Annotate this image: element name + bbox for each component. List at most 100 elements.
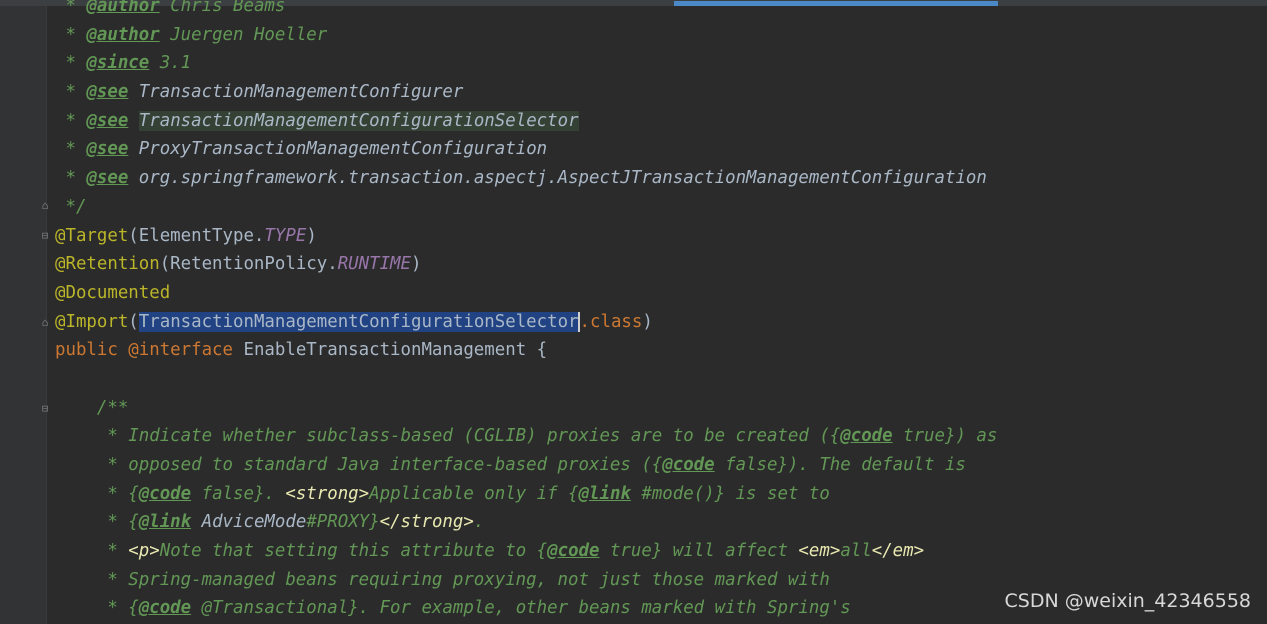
code-token: ) [306, 225, 317, 246]
code-token: true} will affect [599, 541, 799, 562]
code-token: * { [55, 483, 139, 504]
code-line[interactable]: /** [55, 394, 997, 423]
code-token: @since [86, 53, 150, 74]
code-token: RUNTIME [337, 254, 411, 275]
code-token: @interface [128, 340, 233, 361]
fold-end-icon[interactable]: ⌂ [39, 200, 51, 212]
code-token: TransactionManagementConfigurationSelect… [138, 311, 579, 332]
code-token: true}) as [892, 426, 998, 447]
watermark: CSDN @weixin_42346558 [1004, 590, 1252, 612]
code-token: * { [55, 512, 139, 533]
code-line[interactable]: * @author Chris Beams [55, 0, 997, 21]
code-line[interactable]: public @interface EnableTransactionManag… [55, 336, 997, 365]
code-token: /** [55, 397, 129, 418]
code-token: #mode()} is set to [630, 483, 830, 504]
code-token: ) [642, 311, 653, 332]
code-token: Note that setting this attribute to { [159, 541, 548, 562]
code-token: @Transactional}. For example, other bean… [191, 598, 851, 619]
code-token: </em> [871, 541, 925, 562]
code-token: @code [840, 426, 893, 447]
code-line[interactable]: * {@link AdviceMode#PROXY}</strong>. [55, 508, 997, 537]
editor-gutter: ⌂ ⊟ ⌂ ⊟ [0, 6, 48, 624]
code-token: @Retention [55, 254, 160, 275]
code-token: * Spring-managed beans requiring proxyin… [55, 569, 830, 590]
fold-icon[interactable]: ⌂ [39, 317, 51, 329]
code-token: * { [55, 598, 139, 619]
code-line[interactable]: * {@code false}. <strong>Applicable only… [55, 480, 997, 509]
code-token: * [55, 24, 87, 45]
code-line[interactable]: @Documented [55, 279, 997, 308]
code-token: * opposed to standard Java interface-bas… [55, 455, 663, 475]
code-token: public [55, 340, 129, 361]
code-token: ProxyTransactionManagementConfiguration [138, 139, 548, 160]
code-token: * [55, 53, 87, 74]
code-token: @see [86, 110, 129, 131]
code-token: TYPE [264, 225, 307, 246]
code-token: * [55, 82, 87, 103]
code-token: @code [547, 541, 600, 562]
code-token: </strong> [379, 512, 474, 533]
code-line[interactable]: @Retention(RetentionPolicy.RUNTIME) [55, 250, 997, 279]
code-token: Juergen Hoeller [159, 24, 328, 45]
code-token: @Documented [55, 282, 171, 303]
code-token: * [55, 541, 129, 562]
fold-icon[interactable]: ⊟ [39, 403, 51, 415]
code-token: <strong> [285, 483, 370, 504]
code-token: @link [578, 483, 631, 504]
code-line[interactable]: */ [55, 193, 997, 222]
code-line[interactable]: * @see org.springframework.transaction.a… [55, 164, 997, 193]
code-line[interactable]: * @see TransactionManagementConfiguratio… [55, 107, 997, 136]
code-token: Chris Beams [159, 0, 286, 16]
code-editor[interactable]: * @author Chris Beams * @author Juergen … [55, 0, 997, 623]
code-line[interactable]: * @see ProxyTransactionManagementConfigu… [55, 135, 997, 164]
code-line[interactable] [55, 365, 997, 394]
code-token: */ [55, 196, 87, 217]
code-token: @link [138, 512, 192, 533]
code-token: all [840, 541, 872, 562]
code-line[interactable]: * {@code @Transactional}. For example, o… [55, 594, 997, 623]
code-token: @see [86, 168, 129, 189]
code-line[interactable]: * <p>Note that setting this attribute to… [55, 537, 997, 566]
code-line[interactable]: @Target(ElementType.TYPE) [55, 222, 997, 251]
code-token: <p> [128, 541, 160, 562]
code-token: 3.1 [149, 53, 192, 74]
code-token: ) [411, 254, 422, 275]
code-token: TransactionManagementConfigurer [138, 82, 464, 103]
code-token: * [55, 0, 87, 16]
code-line[interactable]: * Spring-managed beans requiring proxyin… [55, 566, 997, 595]
code-token: @code [138, 483, 192, 504]
code-token: <em> [798, 541, 841, 562]
code-token: @author [86, 24, 160, 45]
code-token: .class [579, 311, 643, 332]
code-token: TransactionManagementConfigurationSelect… [138, 110, 579, 131]
code-line[interactable]: * @author Juergen Hoeller [55, 21, 997, 50]
code-token: #PROXY} [306, 512, 380, 533]
code-token: @Target [55, 225, 129, 246]
code-token: AdviceMode [201, 512, 307, 533]
code-token: false}. [191, 483, 286, 504]
fold-icon[interactable]: ⊟ [39, 230, 51, 242]
code-token: * [55, 168, 87, 189]
code-line[interactable]: * @see TransactionManagementConfigurer [55, 78, 997, 107]
code-line[interactable]: * Indicate whether subclass-based (CGLIB… [55, 422, 997, 451]
code-token: * [55, 139, 87, 160]
code-line[interactable]: @Import(TransactionManagementConfigurati… [55, 308, 997, 337]
code-token: * Indicate whether subclass-based (CGLIB… [55, 426, 841, 447]
code-token: @code [662, 455, 715, 475]
code-token: (RetentionPolicy. [159, 254, 338, 275]
code-token: @see [86, 82, 129, 103]
code-token: @Import [55, 311, 129, 332]
code-token: org.springframework.transaction.aspectj.… [138, 168, 987, 189]
code-token: @author [86, 0, 160, 16]
code-token: false}). The default is [714, 455, 966, 475]
code-line[interactable]: * opposed to standard Java interface-bas… [55, 451, 997, 480]
code-token: @see [86, 139, 129, 160]
code-line[interactable]: * @since 3.1 [55, 49, 997, 78]
code-token: * [55, 110, 87, 131]
code-token: @code [138, 598, 192, 619]
code-token: (ElementType. [128, 225, 265, 246]
